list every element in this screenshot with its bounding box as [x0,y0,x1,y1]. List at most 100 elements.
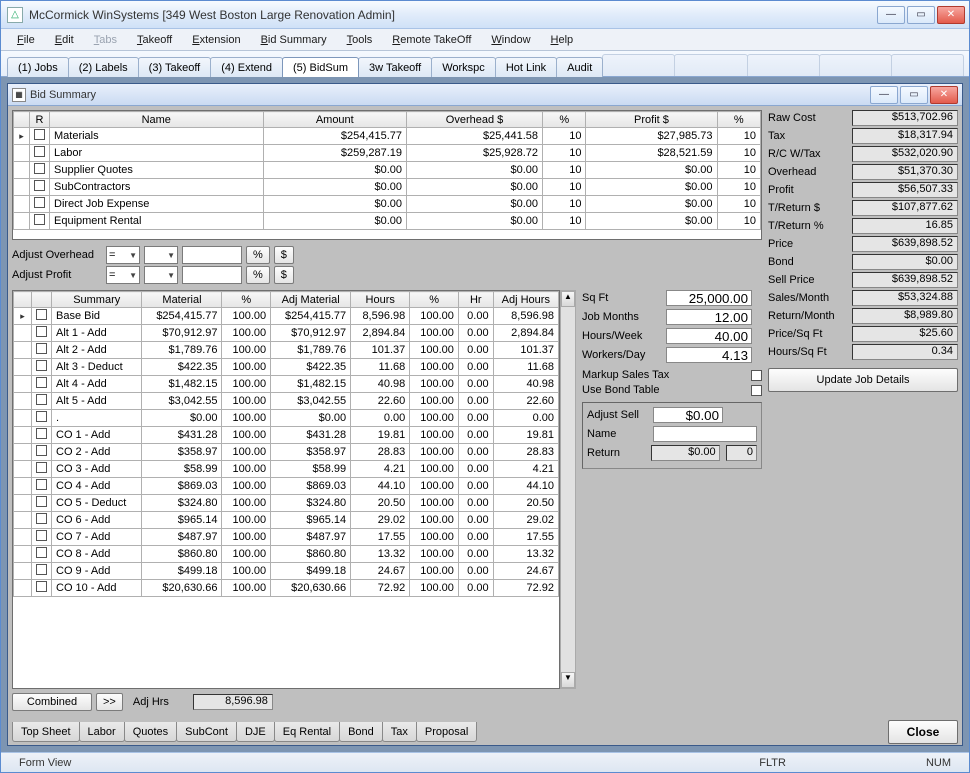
adjust-overhead-dollar-button[interactable]: $ [274,246,294,264]
adjust-profit-op-select[interactable]: =▼ [106,266,140,284]
window-maximize-button[interactable]: ▭ [907,6,935,24]
jobmonths-input[interactable] [666,309,752,325]
cost-row[interactable]: Labor$259,287.19$25,928.7210$28,521.5910 [14,145,761,162]
row-checkbox[interactable] [36,445,47,456]
tab--3-takeoff[interactable]: (3) Takeoff [138,57,212,77]
summary-row[interactable]: CO 3 - Add$58.99100.00$58.994.21100.000.… [14,461,559,478]
summary-row[interactable]: CO 9 - Add$499.18100.00$499.1824.67100.0… [14,563,559,580]
menu-tools[interactable]: Tools [339,32,381,48]
summary-row[interactable]: CO 4 - Add$869.03100.00$869.0344.10100.0… [14,478,559,495]
bottom-tab-proposal[interactable]: Proposal [416,722,477,742]
summary-row[interactable]: CO 8 - Add$860.80100.00$860.8013.32100.0… [14,546,559,563]
row-checkbox[interactable] [36,496,47,507]
summary-row[interactable]: Alt 1 - Add$70,912.97100.00$70,912.972,8… [14,325,559,342]
summary-row[interactable]: CO 1 - Add$431.28100.00$431.2819.81100.0… [14,427,559,444]
bottom-tab-labor[interactable]: Labor [79,722,125,742]
summary-row[interactable]: .$0.00100.00$0.000.00100.000.000.00 [14,410,559,427]
adjust-name-input[interactable] [653,426,757,442]
tab-workspc[interactable]: Workspc [431,57,496,77]
tab-3w-takeoff[interactable]: 3w Takeoff [358,57,432,77]
row-checkbox[interactable] [34,129,45,140]
row-checkbox[interactable] [36,326,47,337]
tab-audit[interactable]: Audit [556,57,603,77]
more-button[interactable]: >> [96,693,123,711]
summary-row[interactable]: Alt 3 - Deduct$422.35100.00$422.3511.681… [14,359,559,376]
summary-row[interactable]: Alt 2 - Add$1,789.76100.00$1,789.76101.3… [14,342,559,359]
adjust-profit-input[interactable] [182,266,242,284]
summary-grid[interactable]: SummaryMaterial%Adj MaterialHours%HrAdj … [12,290,560,689]
row-checkbox[interactable] [36,513,47,524]
scroll-up-icon[interactable]: ▲ [561,291,575,307]
adjust-profit-pct-button[interactable]: % [246,266,270,284]
menu-remote-takeoff[interactable]: Remote TakeOff [384,32,479,48]
menu-help[interactable]: Help [543,32,582,48]
row-checkbox[interactable] [34,146,45,157]
blank-tab[interactable] [819,54,892,76]
bottom-tab-dje[interactable]: DJE [236,722,275,742]
combined-button[interactable]: Combined [12,693,92,711]
cost-grid[interactable]: RNameAmountOverhead $%Profit $%Materials… [12,110,762,240]
menu-takeoff[interactable]: Takeoff [129,32,180,48]
adjust-profit-dollar-button[interactable]: $ [274,266,294,284]
row-checkbox[interactable] [36,428,47,439]
menu-file[interactable]: File [9,32,43,48]
blank-tab[interactable] [602,54,675,76]
adjust-overhead-op-select[interactable]: =▼ [106,246,140,264]
summary-row[interactable]: Alt 4 - Add$1,482.15100.00$1,482.1540.98… [14,376,559,393]
bottom-tab-tax[interactable]: Tax [382,722,417,742]
adjust-profit-val-select[interactable]: ▼ [144,266,178,284]
markup-sales-tax-checkbox[interactable] [751,370,762,381]
blank-tab[interactable] [891,54,964,76]
bottom-tab-quotes[interactable]: Quotes [124,722,177,742]
scroll-down-icon[interactable]: ▼ [561,672,575,688]
use-bond-table-checkbox[interactable] [751,385,762,396]
bottom-tab-bond[interactable]: Bond [339,722,383,742]
menu-extension[interactable]: Extension [184,32,248,48]
row-checkbox[interactable] [36,564,47,575]
row-checkbox[interactable] [36,530,47,541]
tab--5-bidsum[interactable]: (5) BidSum [282,57,359,77]
summary-row[interactable]: CO 5 - Deduct$324.80100.00$324.8020.5010… [14,495,559,512]
cost-row[interactable]: Supplier Quotes$0.00$0.0010$0.0010 [14,162,761,179]
cost-row[interactable]: Equipment Rental$0.00$0.0010$0.0010 [14,213,761,230]
hoursweek-input[interactable] [666,328,752,344]
adjust-overhead-pct-button[interactable]: % [246,246,270,264]
row-checkbox[interactable] [34,180,45,191]
summary-row[interactable]: CO 6 - Add$965.14100.00$965.1429.02100.0… [14,512,559,529]
row-checkbox[interactable] [36,394,47,405]
adjust-overhead-val-select[interactable]: ▼ [144,246,178,264]
close-button[interactable]: Close [888,720,958,744]
update-job-details-button[interactable]: Update Job Details [768,368,958,392]
row-checkbox[interactable] [36,343,47,354]
row-checkbox[interactable] [36,581,47,592]
tab-hot-link[interactable]: Hot Link [495,57,557,77]
adjust-sell-input[interactable] [653,407,723,423]
adjust-overhead-input[interactable] [182,246,242,264]
row-checkbox[interactable] [36,547,47,558]
child-minimize-button[interactable]: — [870,86,898,104]
row-checkbox[interactable] [36,309,47,320]
summary-row[interactable]: CO 10 - Add$20,630.66100.00$20,630.6672.… [14,580,559,597]
window-close-button[interactable]: ✕ [937,6,965,24]
menu-window[interactable]: Window [483,32,538,48]
sqft-input[interactable] [666,290,752,306]
row-checkbox[interactable] [34,197,45,208]
summary-row[interactable]: CO 2 - Add$358.97100.00$358.9728.83100.0… [14,444,559,461]
summary-row[interactable]: Base Bid$254,415.77100.00$254,415.778,59… [14,308,559,325]
bottom-tab-top-sheet[interactable]: Top Sheet [12,722,80,742]
cost-row[interactable]: SubContractors$0.00$0.0010$0.0010 [14,179,761,196]
row-checkbox[interactable] [36,411,47,422]
summary-row[interactable]: CO 7 - Add$487.97100.00$487.9717.55100.0… [14,529,559,546]
summary-row[interactable]: Alt 5 - Add$3,042.55100.00$3,042.5522.60… [14,393,559,410]
blank-tab[interactable] [747,54,820,76]
cost-row[interactable]: Direct Job Expense$0.00$0.0010$0.0010 [14,196,761,213]
child-close-button[interactable]: ✕ [930,86,958,104]
tab--2-labels[interactable]: (2) Labels [68,57,139,77]
workersday-input[interactable] [666,347,752,363]
summary-scrollbar[interactable]: ▲ ▼ [560,290,576,689]
row-checkbox[interactable] [36,377,47,388]
tab--4-extend[interactable]: (4) Extend [210,57,283,77]
row-checkbox[interactable] [34,214,45,225]
window-minimize-button[interactable]: — [877,6,905,24]
row-checkbox[interactable] [36,360,47,371]
